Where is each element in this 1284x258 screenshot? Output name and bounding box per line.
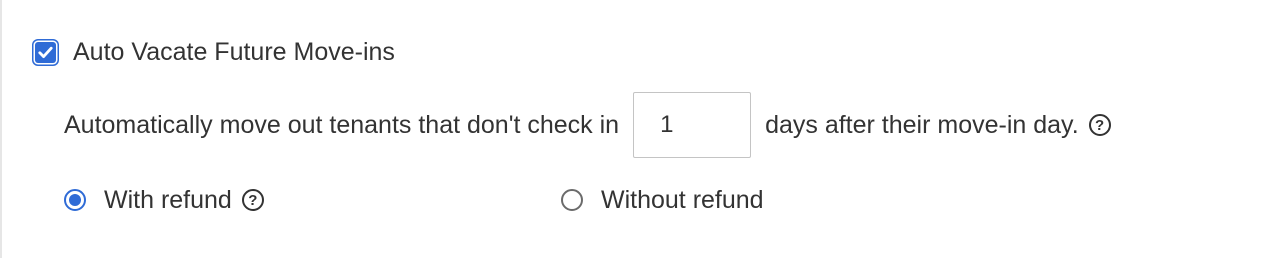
question-circle-icon[interactable]: ? <box>1088 114 1111 136</box>
auto-vacate-panel: Auto Vacate Future Move-ins Automaticall… <box>0 0 1284 258</box>
radio-with-refund-control[interactable] <box>64 189 86 211</box>
radio-without-refund-label[interactable]: Without refund <box>601 185 764 215</box>
radio-with-refund[interactable]: With refund ? <box>64 185 264 215</box>
auto-vacate-checkbox-label[interactable]: Auto Vacate Future Move-ins <box>73 37 395 67</box>
checkmark-icon <box>38 46 53 58</box>
days-sentence-suffix: days after their move-in day. <box>765 111 1079 139</box>
days-after-move-in-input[interactable] <box>633 92 752 158</box>
auto-vacate-days-row: Automatically move out tenants that don'… <box>64 91 1111 159</box>
question-circle-icon[interactable]: ? <box>241 189 264 211</box>
days-sentence-prefix: Automatically move out tenants that don'… <box>64 111 620 139</box>
auto-vacate-checkbox-row[interactable]: Auto Vacate Future Move-ins <box>35 37 395 67</box>
radio-without-refund-control[interactable] <box>561 189 583 211</box>
auto-vacate-checkbox[interactable] <box>35 41 56 63</box>
radio-without-refund[interactable]: Without refund <box>561 185 764 215</box>
radio-selected-dot <box>69 194 81 206</box>
radio-with-refund-label[interactable]: With refund <box>104 185 232 215</box>
